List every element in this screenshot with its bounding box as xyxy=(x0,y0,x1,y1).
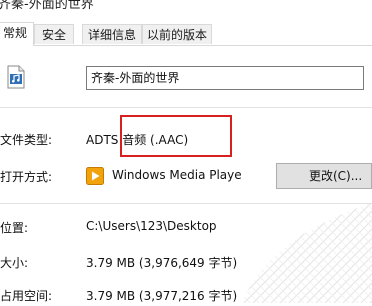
tab-strip: 常规 安全 详细信息 以前的版本 xyxy=(0,22,372,46)
opens-with-label: 打开方式: xyxy=(0,170,53,184)
tab-details[interactable]: 详细信息 xyxy=(82,24,142,44)
watermark-pattern xyxy=(242,203,372,303)
divider xyxy=(0,107,372,108)
window-title: 齐秦-外面的世界 xyxy=(0,0,94,12)
size-label: 大小: xyxy=(0,256,29,270)
location-value: C:\Users\123\Desktop xyxy=(86,219,217,233)
title-bar: 齐秦-外面的世界 xyxy=(0,0,372,22)
tab-security[interactable]: 安全 xyxy=(34,24,74,44)
file-name-value: 齐秦-外面的世界 xyxy=(91,71,180,85)
windows-media-player-icon xyxy=(86,167,104,185)
tab-general-label: 常规 xyxy=(2,26,27,40)
tab-security-label: 安全 xyxy=(41,28,66,42)
tab-general[interactable]: 常规 xyxy=(0,22,34,46)
music-file-icon xyxy=(7,65,25,89)
file-type-label: 文件类型: xyxy=(0,133,53,147)
tab-previous-versions-label: 以前的版本 xyxy=(146,28,207,42)
tab-details-label: 详细信息 xyxy=(87,28,136,42)
size-on-disk-label: 占用空间: xyxy=(0,289,53,303)
highlight-box xyxy=(120,115,232,157)
opens-with-value: Windows Media Playe xyxy=(112,168,242,182)
location-label: 位置: xyxy=(0,221,29,235)
change-button-label: 更改(C)... xyxy=(309,169,363,183)
tab-previous-versions[interactable]: 以前的版本 xyxy=(142,24,212,44)
file-name-input[interactable]: 齐秦-外面的世界 xyxy=(86,66,364,90)
